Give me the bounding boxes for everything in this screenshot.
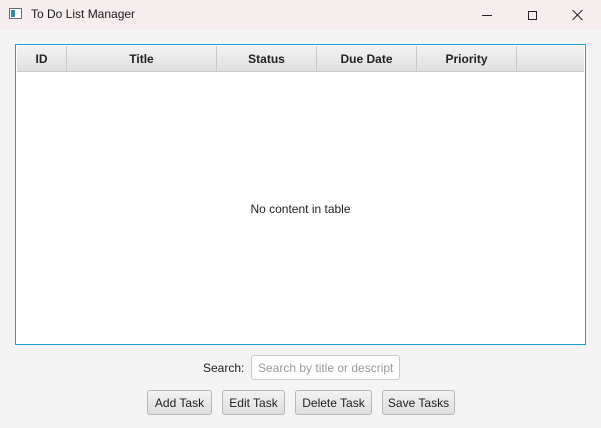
title-bar: To Do List Manager: [0, 0, 601, 30]
column-header-id[interactable]: ID: [17, 46, 67, 71]
minimize-icon: [482, 14, 492, 16]
save-tasks-button[interactable]: Save Tasks: [382, 390, 455, 415]
delete-task-button[interactable]: Delete Task: [295, 390, 372, 415]
column-header-priority[interactable]: Priority: [417, 46, 517, 71]
table-header: ID Title Status Due Date Priority: [17, 46, 584, 72]
add-task-button[interactable]: Add Task: [147, 390, 212, 415]
search-label: Search:: [203, 361, 245, 375]
empty-table-message: No content in table: [250, 202, 351, 216]
app-window-icon: [9, 8, 22, 19]
maximize-icon: [527, 10, 537, 20]
minimize-button[interactable]: [464, 0, 510, 30]
column-header-title[interactable]: Title: [67, 46, 217, 71]
task-table[interactable]: ID Title Status Due Date Priority No con…: [15, 44, 586, 345]
close-icon: [572, 9, 584, 21]
column-header-filler: [517, 46, 584, 71]
search-input[interactable]: [251, 355, 400, 380]
column-header-due-date[interactable]: Due Date: [317, 46, 417, 71]
column-header-status[interactable]: Status: [217, 46, 317, 71]
edit-task-button[interactable]: Edit Task: [222, 390, 285, 415]
window-title: To Do List Manager: [31, 7, 136, 21]
close-button[interactable]: [555, 0, 601, 30]
maximize-button[interactable]: [509, 0, 555, 30]
